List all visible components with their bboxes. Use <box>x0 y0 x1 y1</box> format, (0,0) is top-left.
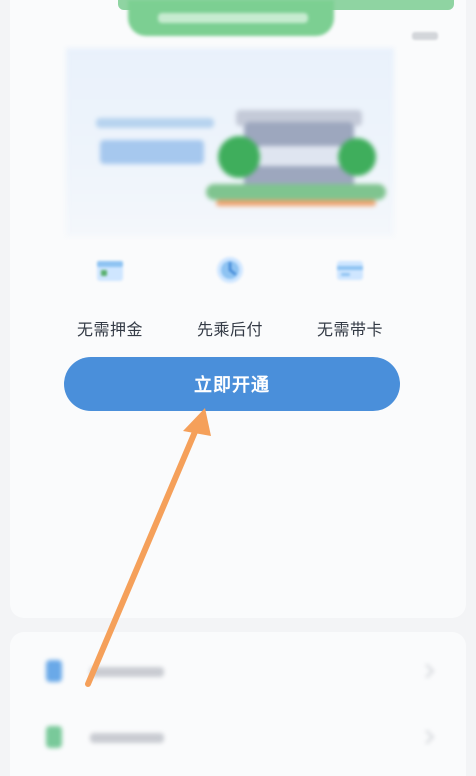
banner-text-line <box>96 118 214 128</box>
chevron-right-icon <box>419 663 435 679</box>
clock-icon <box>210 250 250 290</box>
service-list <box>10 632 466 776</box>
feature-label: 无需押金 <box>76 320 143 339</box>
banner-tree <box>338 138 376 176</box>
banner-tree <box>218 136 260 178</box>
activate-now-button[interactable]: 立即开通 <box>64 357 400 411</box>
more-link[interactable] <box>412 32 438 40</box>
feature-no-deposit: 无需押金 <box>50 250 170 350</box>
document-icon <box>46 726 62 748</box>
feature-no-card-needed: 无需带卡 <box>290 250 410 350</box>
feature-label: 先乘后付 <box>196 320 263 339</box>
list-item-label-blurred <box>90 733 164 743</box>
header-title-blurred <box>158 13 308 23</box>
chevron-right-icon <box>419 729 435 745</box>
promo-banner <box>66 48 394 236</box>
list-item[interactable] <box>10 704 466 768</box>
banner-road <box>216 200 376 206</box>
banner-headline <box>100 140 204 164</box>
wallet-icon <box>90 250 130 290</box>
list-item-label-blurred <box>90 667 164 677</box>
banner-ground <box>206 184 386 200</box>
feature-list: 无需押金 先乘后付 无需带卡 <box>50 250 410 350</box>
card-icon <box>330 250 370 290</box>
feature-label: 无需带卡 <box>316 320 383 339</box>
header-title-pill <box>128 0 334 36</box>
feature-ride-first-pay-later: 先乘后付 <box>170 250 290 350</box>
banner-window <box>258 146 342 166</box>
bus-card-icon <box>46 660 62 682</box>
list-item[interactable] <box>10 638 466 702</box>
